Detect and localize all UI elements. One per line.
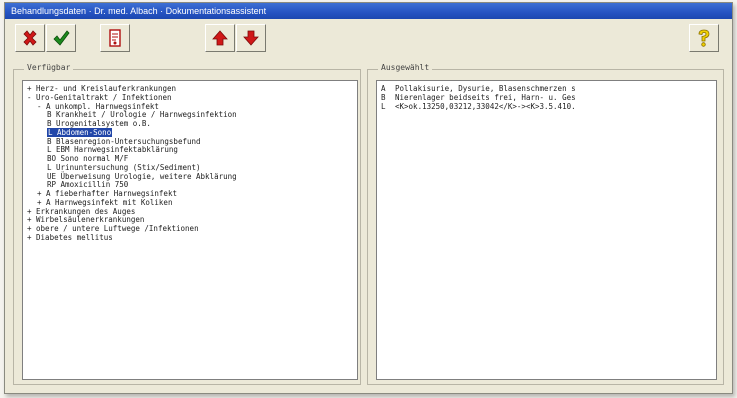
tree-item-label: - Uro-Genitaltrakt / Infektionen	[27, 92, 172, 102]
tree-item-label: + Diabetes mellitus	[27, 232, 113, 242]
tree-item-label: + obere / untere Luftwege /Infektionen	[27, 224, 199, 233]
document-button[interactable]	[100, 24, 130, 52]
selected-item[interactable]: A Pollakisurie, Dysurie, Blasenschmerzen …	[381, 84, 716, 93]
selected-item-code: A	[381, 84, 386, 93]
tree-item-label: BO Sono normal M/F	[47, 154, 129, 163]
selected-item-code: L	[381, 102, 386, 111]
tree-item-label: + A fieberhafter Harnwegsinfekt	[37, 189, 177, 198]
toolbar	[5, 19, 732, 57]
tree-item-label-selected: L Abdomen-Sono	[47, 127, 113, 137]
selected-item-text: Nierenlager beidseits frei, Harn- u. Ges	[395, 93, 576, 102]
move-up-button[interactable]	[205, 24, 235, 52]
tree-item-label: + Herz- und Kreislauferkrankungen	[27, 84, 177, 93]
move-down-button[interactable]	[236, 24, 266, 52]
available-tree[interactable]: + Herz- und Kreislauferkrankungen - Uro-G…	[22, 80, 358, 380]
selected-item[interactable]: B Nierenlager beidseits frei, Harn- u. Ge…	[381, 93, 716, 102]
selected-item-text: <K>ok.13250,03212,33042</K>-><K>3.5.410.	[395, 102, 576, 111]
checkmark-icon	[53, 30, 70, 46]
arrow-down-icon	[243, 30, 259, 46]
selected-group: Ausgewählt A Pollakisurie, Dysurie, Blase…	[367, 63, 724, 385]
tree-item-label: + Wirbelsäulenerkrankungen	[27, 215, 145, 225]
tree-item[interactable]: + Diabetes mellitus	[27, 232, 357, 243]
confirm-button[interactable]	[46, 24, 76, 52]
selected-list[interactable]: A Pollakisurie, Dysurie, Blasenschmerzen …	[376, 80, 717, 380]
arrow-up-icon	[212, 30, 228, 46]
title-bar: Behandlungsdaten · Dr. med. Albach · Dok…	[5, 3, 732, 19]
tree-item-label: RP Amoxicillin 750	[47, 180, 129, 190]
delete-button[interactable]	[15, 24, 45, 52]
help-button[interactable]	[689, 24, 719, 52]
tree-item-label: B Krankheit / Urologie / Harnwegsinfekti…	[47, 110, 237, 120]
document-icon	[109, 29, 121, 47]
tree-item-label: B Urogenitalsystem o.B.	[47, 119, 151, 128]
tree-item-label: + A Harnwegsinfekt mit Koliken	[37, 197, 173, 207]
selected-label: Ausgewählt	[378, 63, 433, 72]
application-window: Behandlungsdaten · Dr. med. Albach · Dok…	[4, 2, 733, 394]
question-mark-icon	[698, 29, 710, 47]
available-group: Verfügbar + Herz- und Kreislauferkrankun…	[13, 63, 361, 385]
tree-item-label: L Urinuntersuchung (Stix/Sediment)	[47, 162, 201, 172]
available-label: Verfügbar	[24, 63, 74, 72]
tree-item-label: - A unkompl. Harnwegsinfekt	[37, 101, 159, 111]
selected-item-code: B	[381, 93, 386, 102]
selected-item-text: Pollakisurie, Dysurie, Blasenschmerzen s	[395, 84, 576, 93]
tree-item-label: B Blasenregion-Untersuchungsbefund	[47, 136, 201, 146]
tree-item-label: UE Überweisung Urologie, weitere Abkläru…	[47, 171, 237, 181]
delete-x-icon	[23, 30, 37, 46]
tree-item-label: + Erkrankungen des Auges	[27, 206, 136, 216]
selected-item[interactable]: L <K>ok.13250,03212,33042</K>-><K>3.5.410…	[381, 102, 716, 111]
tree-item-label: L EBM Harnwegsinfektabklärung	[47, 145, 178, 155]
